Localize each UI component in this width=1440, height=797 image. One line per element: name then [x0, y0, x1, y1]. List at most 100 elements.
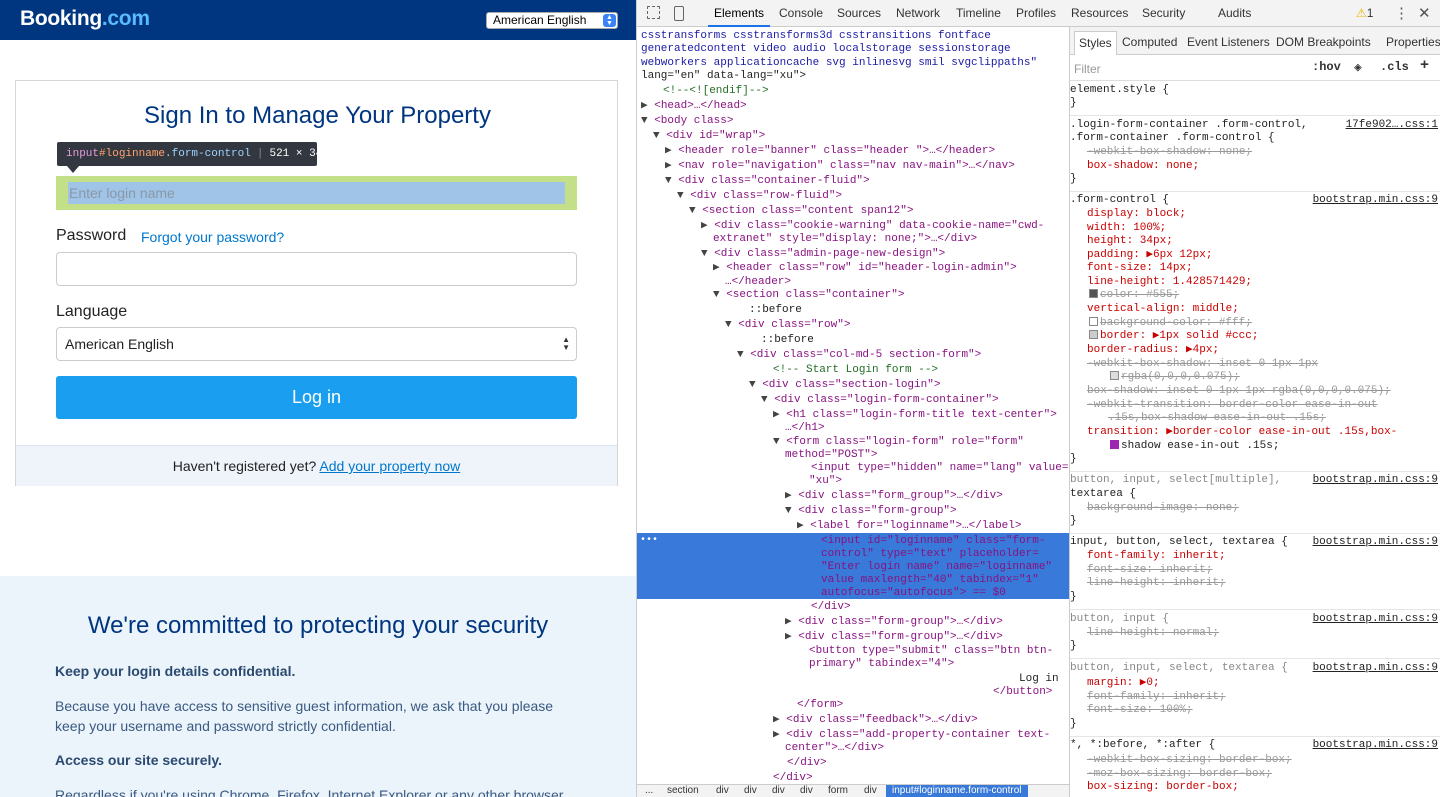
rule6-prop-1[interactable]: margin: ▶0;: [1070, 677, 1440, 691]
new-rule-icon[interactable]: +: [1420, 57, 1429, 74]
rule2-box-shadow[interactable]: box-shadow: inset 0 1px 1px rgba(0,0,0,0…: [1070, 385, 1440, 399]
dom-node-line[interactable]: <!-- Start Login form -->: [773, 363, 938, 377]
login-button[interactable]: Log in: [56, 376, 577, 419]
rule7-source-link[interactable]: bootstrap.min.css:9: [1313, 739, 1438, 753]
more-options-icon[interactable]: ⋮: [1394, 4, 1409, 22]
rule7-selector[interactable]: *, *:before, *:after {bootstrap.min.css:…: [1070, 739, 1440, 753]
dom-node-line[interactable]: generatedcontent video audio localstorag…: [641, 42, 1011, 56]
collapse-arrow-icon[interactable]: ▼: [677, 190, 690, 202]
collapse-arrow-icon[interactable]: ▼: [701, 248, 714, 260]
dom-node-line[interactable]: ▼ <div class="form-group">: [785, 504, 957, 518]
styles-filter-input[interactable]: Filter: [1074, 62, 1101, 76]
expand-arrow-icon[interactable]: ▶: [713, 262, 726, 274]
collapse-arrow-icon[interactable]: ▼: [641, 115, 654, 127]
dom-node-line[interactable]: </button>: [993, 685, 1052, 699]
rule4-prop-1[interactable]: font-family: inherit;: [1070, 550, 1440, 564]
rule2-valign[interactable]: vertical-align: middle;: [1070, 303, 1440, 317]
tab-timeline[interactable]: Timeline: [956, 6, 1001, 20]
rule6-selector[interactable]: button, input, select, textarea {bootstr…: [1070, 662, 1440, 676]
dom-node-line[interactable]: ▼ <section class="content span12">: [689, 204, 913, 218]
breadcrumb-ellipsis[interactable]: ...: [645, 785, 653, 797]
dom-node-line[interactable]: extranet" style="display: none;">…</div>: [713, 232, 977, 246]
rule2-color[interactable]: color: #555;: [1070, 289, 1440, 303]
booking-logo[interactable]: Booking.com: [20, 7, 150, 31]
dom-node-line[interactable]: ▶ <label for="loginname">…</label>: [797, 519, 1021, 533]
password-input[interactable]: [56, 252, 577, 286]
rule2-webkit-transition-b[interactable]: .15s,box-shadow ease-in-out .15s;: [1070, 412, 1440, 426]
tab-sources[interactable]: Sources: [837, 6, 881, 20]
breadcrumb-div-5[interactable]: div: [864, 785, 877, 797]
rule5-selector[interactable]: button, input {bootstrap.min.css:9: [1070, 613, 1440, 627]
dom-node-line[interactable]: ▶ <nav role="navigation" class="nav nav-…: [665, 159, 1015, 173]
expand-arrow-icon[interactable]: ▶: [785, 631, 798, 643]
collapse-arrow-icon[interactable]: ▼: [665, 175, 678, 187]
dom-node-line[interactable]: ▼ <section class="container">: [713, 288, 904, 302]
rule6-prop-2[interactable]: font-family: inherit;: [1070, 691, 1440, 705]
device-mode-icon[interactable]: [674, 6, 684, 21]
tab-computed[interactable]: Computed: [1122, 35, 1177, 49]
add-property-link[interactable]: Add your property now: [319, 458, 460, 474]
rule2-source-link[interactable]: bootstrap.min.css:9: [1313, 194, 1438, 208]
expand-arrow-icon[interactable]: ▶: [785, 490, 798, 502]
forgot-password-link[interactable]: Forgot your password?: [141, 229, 284, 245]
rule4-prop-2[interactable]: font-size: inherit;: [1070, 564, 1440, 578]
element-style-rule[interactable]: element.style {: [1070, 84, 1440, 98]
dom-node-line[interactable]: </div>: [773, 771, 813, 784]
dom-node-line[interactable]: ▼ <div class="col-md-5 section-form">: [737, 348, 981, 362]
rule2-webkit-transition[interactable]: -webkit-transition: border-color ease-in…: [1070, 399, 1440, 413]
dom-node-line[interactable]: lang="en" data-lang="xu">: [641, 69, 806, 83]
warning-counter[interactable]: ⚠1: [1356, 6, 1373, 20]
rule4-selector[interactable]: input, button, select, textarea {bootstr…: [1070, 536, 1440, 550]
color-swatch-555[interactable]: [1089, 289, 1098, 298]
tab-network[interactable]: Network: [896, 6, 940, 20]
collapse-arrow-icon[interactable]: ▼: [749, 379, 762, 391]
hover-state-toggle[interactable]: :hov: [1312, 60, 1341, 74]
rule7-prop-3[interactable]: box-sizing: border-box;: [1070, 781, 1440, 795]
rule3-prop-1[interactable]: background-image: none;: [1070, 502, 1440, 516]
rule3-source-link[interactable]: bootstrap.min.css:9: [1313, 474, 1438, 488]
rule7-prop-1[interactable]: -webkit-box-sizing: border-box;: [1070, 754, 1440, 768]
rule2-prop[interactable]: padding: ▶6px 12px;: [1070, 249, 1440, 263]
dom-node-line[interactable]: ▶ <div class="form_group">…</div>: [785, 489, 1003, 503]
dom-node-line[interactable]: ▼ <div class="row">: [725, 318, 850, 332]
expand-arrow-icon[interactable]: ▶: [665, 145, 678, 157]
dom-node-line[interactable]: ▼ <div class="row-fluid">: [677, 189, 842, 203]
breadcrumb-form[interactable]: form: [828, 785, 848, 797]
expand-arrow-icon[interactable]: ▶: [665, 160, 678, 172]
rule7-prop-2[interactable]: -moz-box-sizing: border-box;: [1070, 768, 1440, 782]
dom-node-line[interactable]: </div>: [811, 600, 851, 614]
dom-node-line[interactable]: center">…</div>: [785, 741, 884, 755]
rule2-webkit-shadow-b[interactable]: rgba(0,0,0,0.075);: [1070, 371, 1440, 385]
dom-tree[interactable]: ••• csstransforms csstransforms3d csstra…: [637, 27, 1069, 784]
dom-node-line[interactable]: …</h1>: [785, 421, 825, 435]
color-swatch-rgba[interactable]: [1110, 371, 1119, 380]
tab-resources[interactable]: Resources: [1071, 6, 1128, 20]
dom-node-line[interactable]: ▶ <header role="banner" class="header ">…: [665, 144, 995, 158]
rule2-radius[interactable]: border-radius: ▶4px;: [1070, 344, 1440, 358]
top-language-select[interactable]: American English ▲ ▼: [486, 12, 618, 29]
expand-arrow-icon[interactable]: ▶: [773, 729, 786, 741]
tab-event-listeners[interactable]: Event Listeners: [1187, 35, 1270, 49]
breadcrumb-section[interactable]: section: [667, 785, 699, 797]
expand-arrow-icon[interactable]: ▶: [641, 100, 654, 112]
dom-node-line[interactable]: ▼ <div class="admin-page-new-design">: [701, 247, 945, 261]
breadcrumb-div-4[interactable]: div: [800, 785, 813, 797]
loginname-input[interactable]: Enter login name: [68, 182, 565, 204]
inspect-element-icon[interactable]: [647, 6, 660, 19]
collapse-arrow-icon[interactable]: ▼: [689, 205, 702, 217]
rule5-prop-1[interactable]: line-height: normal;: [1070, 627, 1440, 641]
rule4-prop-3[interactable]: line-height: inherit;: [1070, 577, 1440, 591]
dom-node-line[interactable]: ::before: [761, 333, 814, 347]
dom-node-line[interactable]: </form>: [797, 698, 843, 712]
rule2-transition[interactable]: transition: ▶border-color ease-in-out .1…: [1070, 426, 1440, 440]
dom-node-line[interactable]: ▼ <div class="container-fluid">: [665, 174, 870, 188]
rule2-prop[interactable]: font-size: 14px;: [1070, 262, 1440, 276]
dom-node-line[interactable]: <input type="hidden" name="lang" value=: [811, 461, 1068, 475]
breadcrumb-div-3[interactable]: div: [772, 785, 785, 797]
rule2-prop[interactable]: display: block;: [1070, 208, 1440, 222]
rule4-source-link[interactable]: bootstrap.min.css:9: [1313, 536, 1438, 550]
rule5-source-link[interactable]: bootstrap.min.css:9: [1313, 613, 1438, 627]
dom-node-line[interactable]: <!--<![endif]-->: [663, 84, 769, 98]
tab-styles[interactable]: Styles: [1074, 31, 1117, 55]
color-swatch-ccc[interactable]: [1089, 330, 1098, 339]
